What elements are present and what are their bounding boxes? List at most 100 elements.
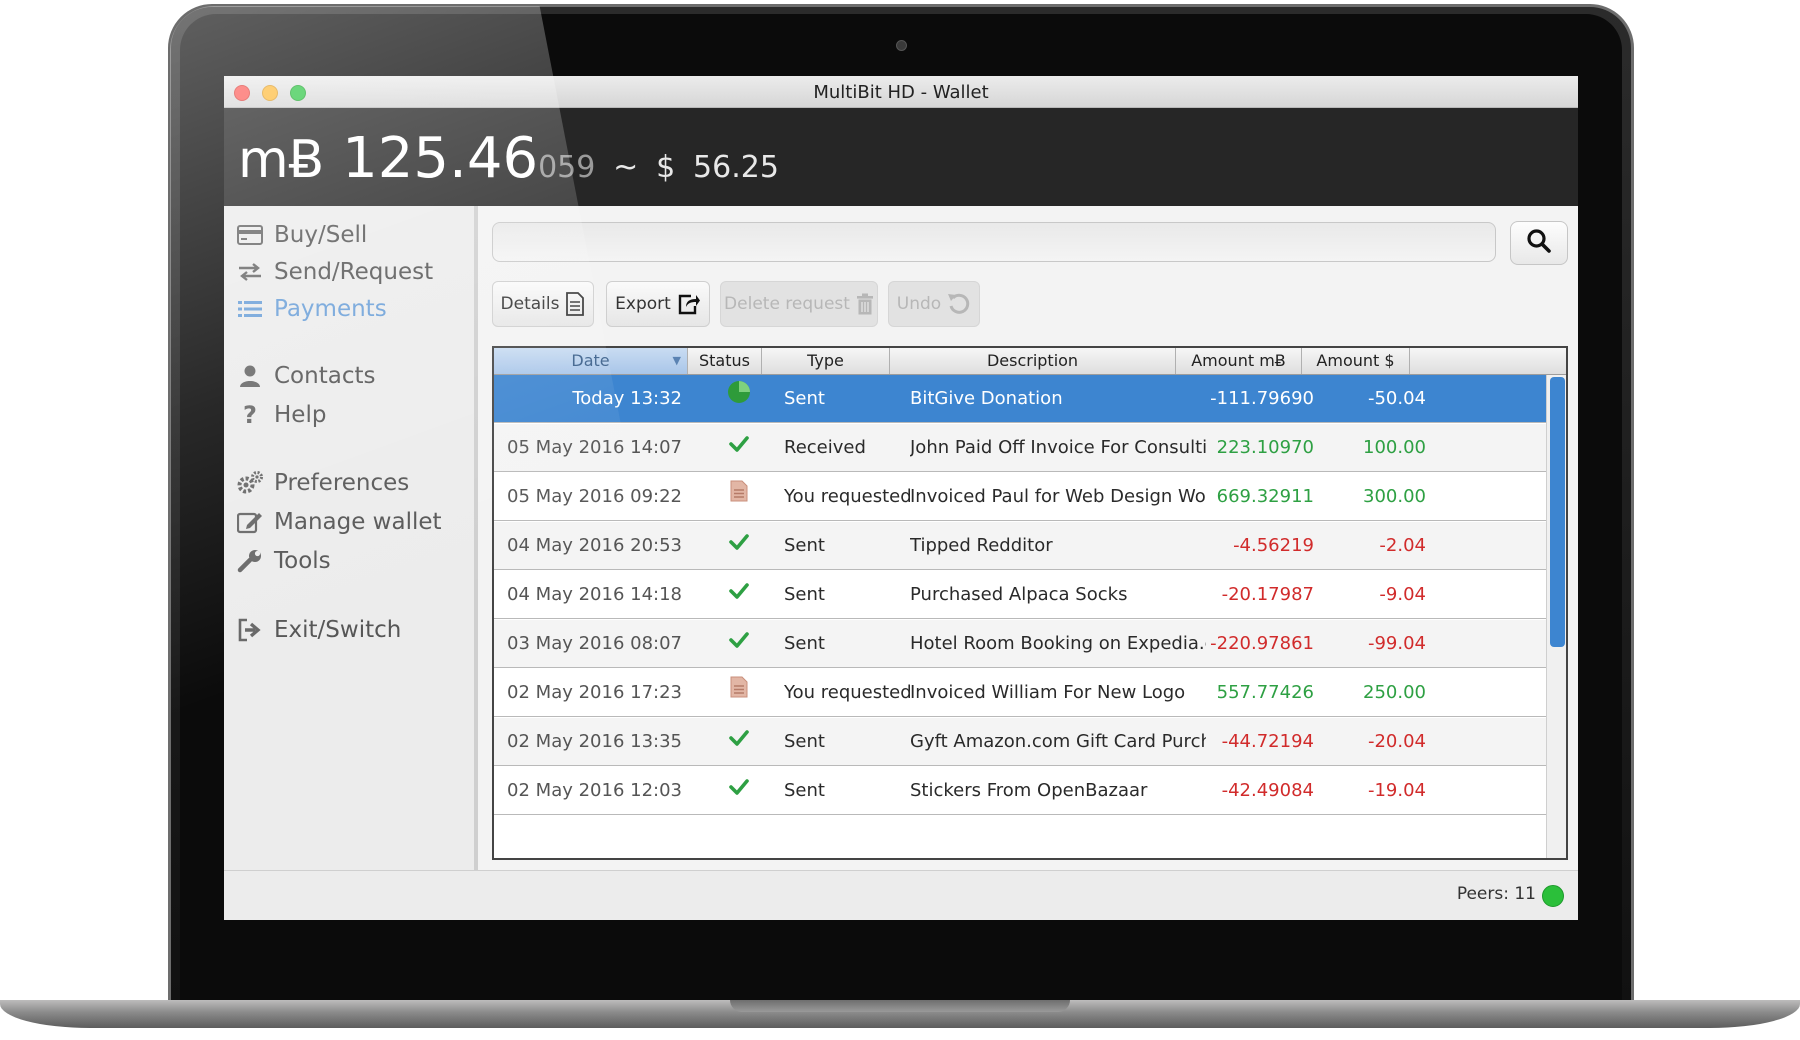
table-row[interactable]: 03 May 2016 08:07 Sent Hotel Room Booking …	[494, 620, 1546, 668]
row-amount-btc: -111.79690	[1210, 388, 1314, 409]
export-button[interactable]: Export	[606, 281, 710, 327]
row-description: BitGive Donation	[910, 388, 1063, 409]
balance-header: mɃ 125.46059 ~ $ 56.25	[224, 108, 1578, 206]
table-row[interactable]: 02 May 2016 12:03 Sent Stickers From OpenB…	[494, 767, 1546, 815]
row-description: John Paid Off Invoice For Consulting	[910, 437, 1206, 458]
row-amount-fiat: 250.00	[1363, 682, 1426, 703]
sidebar-item-preferences[interactable]: Preferences	[236, 466, 409, 500]
search-input[interactable]	[492, 222, 1496, 262]
row-status	[702, 571, 776, 619]
check-icon	[729, 620, 749, 668]
laptop-notch	[730, 1000, 1070, 1012]
details-button[interactable]: Details	[492, 281, 594, 327]
row-type: Sent	[784, 731, 825, 752]
column-header-status[interactable]: Status	[688, 348, 762, 374]
row-type: You requested	[784, 682, 910, 703]
details-button-label: Details	[500, 294, 560, 314]
row-date: 04 May 2016 20:53	[507, 535, 682, 556]
sidebar-item-label: Preferences	[274, 470, 410, 496]
sidebar-item-buy-sell[interactable]: Buy/Sell	[236, 218, 367, 252]
sidebar-item-label: Exit/Switch	[274, 617, 402, 643]
table-row[interactable]: 05 May 2016 09:22 You requested Invoiced P…	[494, 473, 1546, 521]
row-date: 02 May 2016 13:35	[507, 731, 682, 752]
column-header-amount-btc[interactable]: Amount mɃ	[1176, 348, 1302, 374]
column-header-type[interactable]: Type	[762, 348, 890, 374]
table-row[interactable]: 05 May 2016 14:07 Received John Paid Off I…	[494, 424, 1546, 472]
row-amount-btc: -44.72194	[1221, 731, 1314, 752]
export-button-label: Export	[615, 294, 671, 314]
fiat-balance-value: 56.25	[693, 150, 779, 185]
undo-button[interactable]: Undo	[888, 281, 980, 327]
row-status	[702, 375, 776, 423]
sidebar-item-label: Manage wallet	[274, 509, 442, 535]
column-header-label: Amount $	[1316, 351, 1395, 370]
fiat-symbol: $	[656, 150, 676, 185]
list-icon	[236, 295, 264, 323]
table-row[interactable]: 04 May 2016 20:53 Sent Tipped Redditor -4.5…	[494, 522, 1546, 570]
exchange-arrows-icon	[236, 258, 264, 286]
balance-display: mɃ 125.46059 ~ $ 56.25	[238, 126, 779, 191]
row-amount-fiat: -19.04	[1367, 780, 1426, 801]
scrollbar-thumb[interactable]	[1550, 377, 1565, 647]
sidebar-item-payments[interactable]: Payments	[236, 292, 387, 326]
row-amount-btc: -220.97861	[1210, 633, 1314, 654]
question-icon: ?	[243, 401, 257, 429]
row-type: Sent	[784, 388, 825, 409]
table-row[interactable]: 04 May 2016 14:18 Sent Purchased Alpaca So…	[494, 571, 1546, 619]
row-type: You requested	[784, 486, 910, 507]
row-type: Sent	[784, 633, 825, 654]
peers-count: Peers: 11	[1456, 884, 1536, 904]
row-description: Invoiced Paul for Web Design Work	[910, 486, 1206, 507]
sidebar-item-label: Tools	[274, 548, 331, 574]
sidebar-item-exit-switch[interactable]: Exit/Switch	[236, 613, 401, 647]
network-status-icon	[1542, 885, 1564, 907]
balance-approx: ~	[613, 150, 639, 185]
row-status	[702, 424, 776, 472]
row-status	[702, 620, 776, 668]
sidebar-item-contacts[interactable]: Contacts	[236, 359, 375, 393]
sidebar-item-label: Send/Request	[274, 259, 434, 285]
table-row[interactable]: Today 13:32 Sent BitGive Donation -111.7969…	[494, 375, 1546, 423]
row-status	[702, 767, 776, 815]
search-button[interactable]	[1510, 221, 1568, 265]
row-status	[702, 669, 776, 717]
row-amount-fiat: -2.04	[1379, 535, 1426, 556]
row-amount-btc: -20.17987	[1221, 584, 1314, 605]
column-header-label: Description	[986, 351, 1079, 370]
row-amount-btc: -42.49084	[1221, 780, 1314, 801]
column-header-filler	[1410, 348, 1566, 374]
row-description: Invoiced William For New Logo	[910, 682, 1186, 703]
sidebar-item-label: Help	[274, 402, 327, 428]
delete-request-button[interactable]: Delete request	[720, 281, 878, 327]
column-header-amount-fiat[interactable]: Amount $	[1302, 348, 1410, 374]
row-amount-fiat: 300.00	[1363, 486, 1426, 507]
table-row[interactable]: 02 May 2016 13:35 Sent Gyft Amazon.com Gif…	[494, 718, 1546, 766]
row-date: 02 May 2016 12:03	[507, 780, 682, 801]
check-icon	[729, 571, 749, 619]
row-status	[702, 522, 776, 570]
sidebar-item-help[interactable]: ? Help	[236, 398, 326, 432]
undo-icon	[947, 292, 971, 316]
row-amount-btc: 223.10970	[1216, 437, 1314, 458]
check-icon	[729, 767, 749, 815]
sort-descending-icon: ▼	[672, 354, 681, 367]
app-window: MultiBit HD - Wallet mɃ 125.46059 ~ $ 56…	[224, 76, 1578, 920]
sidebar-item-tools[interactable]: Tools	[236, 544, 331, 578]
table-scrollbar[interactable]	[1546, 375, 1566, 858]
balance-main-value: 125.46	[342, 126, 539, 191]
check-icon	[729, 424, 749, 472]
sidebar-item-manage-wallet[interactable]: Manage wallet	[236, 505, 442, 539]
sidebar-item-send-request[interactable]: Send/Request	[236, 255, 433, 289]
sidebar-item-label: Payments	[274, 296, 387, 322]
column-header-description[interactable]: Description	[890, 348, 1176, 374]
column-header-label: Type	[807, 351, 844, 370]
row-amount-btc: 669.32911	[1216, 486, 1314, 507]
payments-panel: Details Export Delete request Undo Date …	[478, 206, 1578, 870]
column-header-label: Amount mɃ	[1191, 351, 1286, 370]
column-header-date[interactable]: Date ▼	[494, 348, 688, 374]
request-document-icon	[730, 669, 748, 717]
table-row[interactable]: 02 May 2016 17:23 You requested Invoiced W…	[494, 669, 1546, 717]
row-date: 04 May 2016 14:18	[507, 584, 682, 605]
share-export-icon	[677, 292, 701, 316]
bitcoin-unit-symbol: mɃ	[238, 130, 325, 190]
